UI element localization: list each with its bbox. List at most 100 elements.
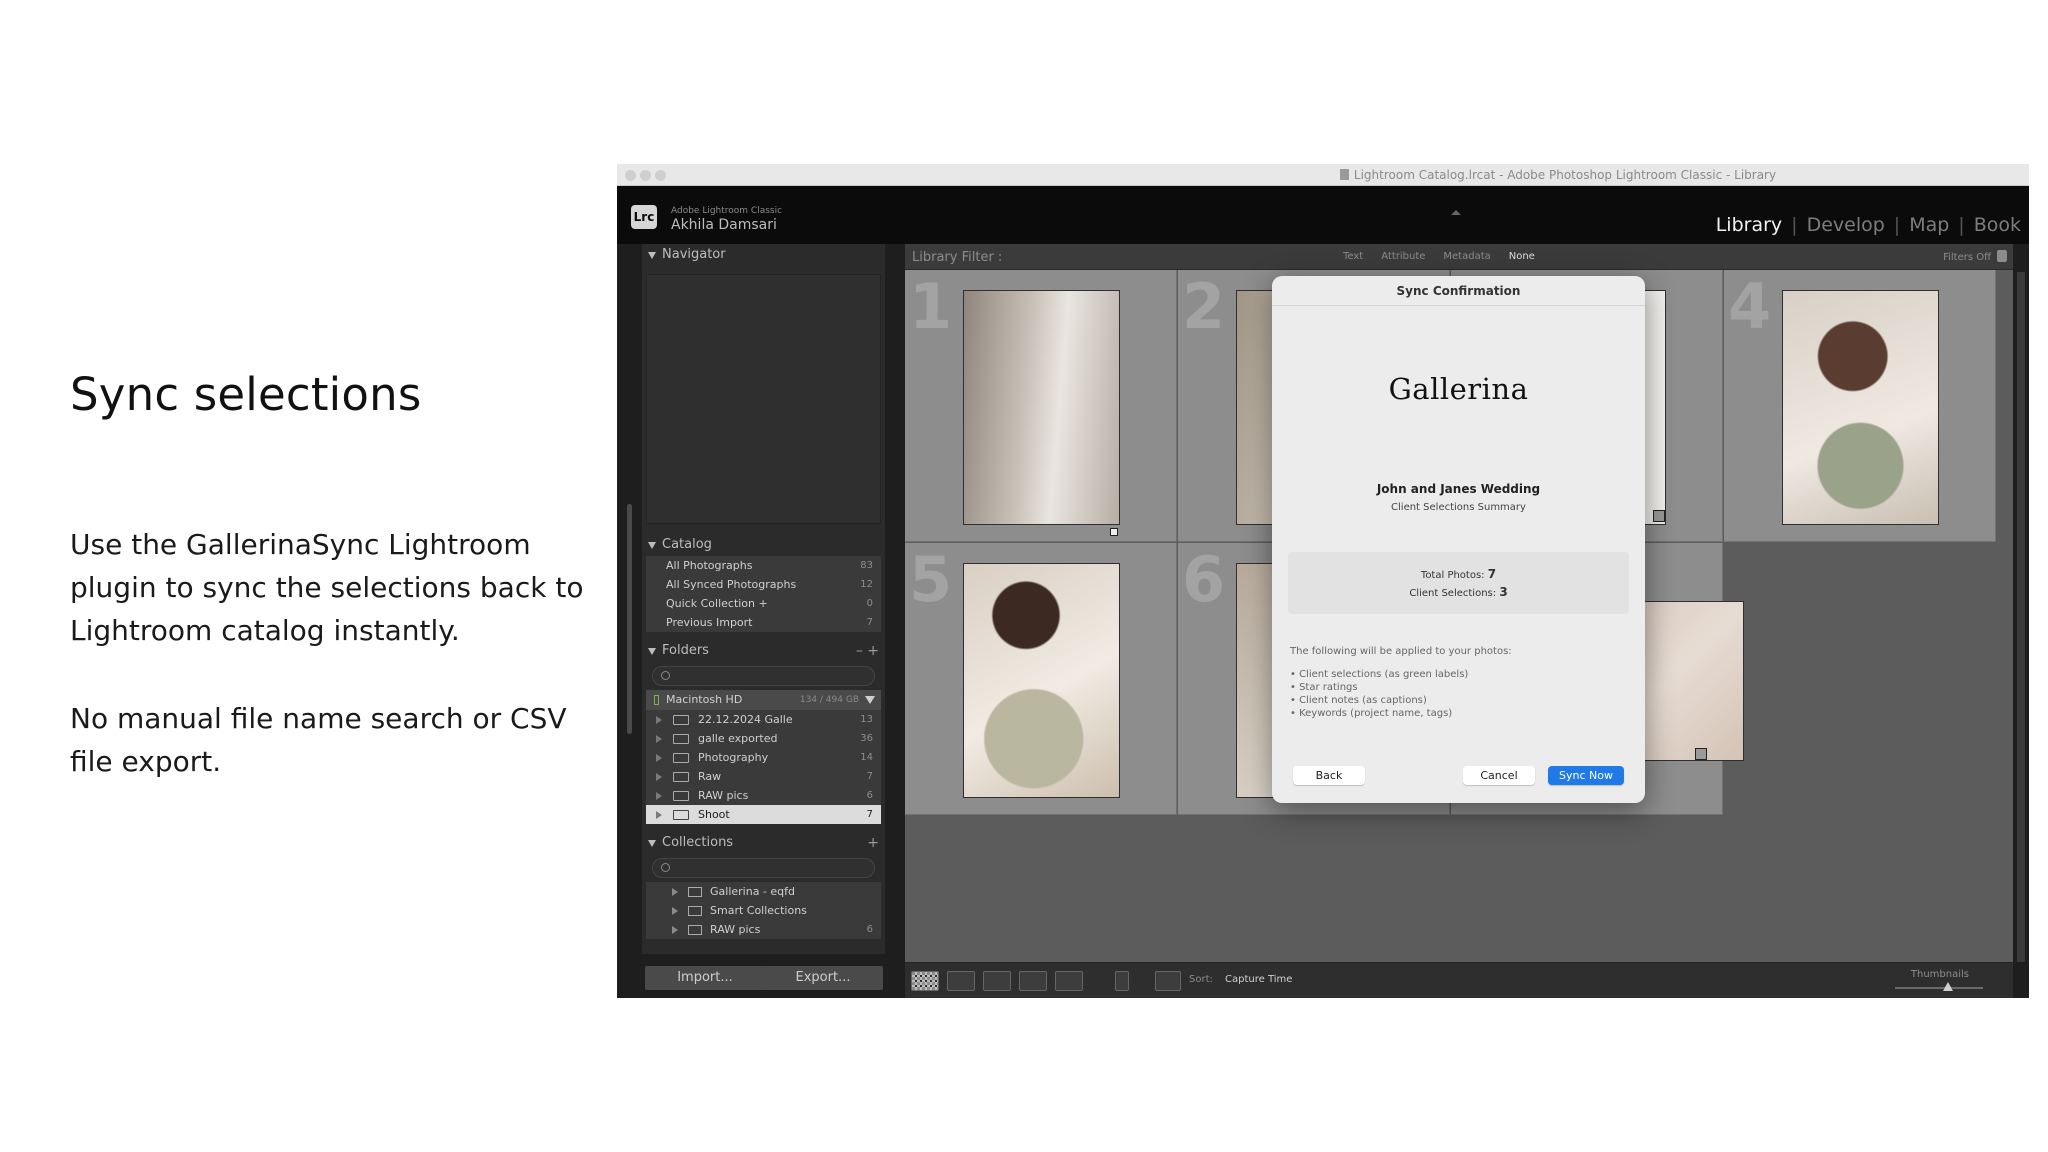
- loupe-view-icon[interactable]: [947, 971, 975, 991]
- sort-select[interactable]: Capture Time: [1225, 974, 1292, 985]
- collection-set-icon: [688, 887, 702, 897]
- collection-set-icon: [688, 925, 702, 935]
- folders-list: Macintosh HD 134 / 494 GB 22.12.2024 Gal…: [646, 662, 881, 824]
- catalog-item-all-photographs[interactable]: All Photographs 83: [646, 556, 881, 575]
- back-button[interactable]: Back: [1293, 766, 1365, 785]
- identity-plate: Lrc Adobe Lightroom Classic Akhila Damsa…: [617, 186, 2029, 244]
- grid-toolbar: Sort: Capture Time Thumbnails: [905, 962, 2013, 998]
- search-icon: [661, 671, 670, 680]
- summary-subtitle: Client Selections Summary: [1391, 502, 1526, 513]
- collections-search-input[interactable]: [652, 858, 875, 878]
- applied-item: • Client notes (as captions): [1290, 695, 1427, 706]
- survey-view-icon[interactable]: [1019, 971, 1047, 991]
- lock-icon[interactable]: [1997, 250, 2007, 262]
- add-collection-icon[interactable]: +: [867, 832, 879, 854]
- catalog-header[interactable]: Catalog: [642, 534, 885, 556]
- import-button[interactable]: Import...: [645, 966, 765, 990]
- grid-view-icon[interactable]: [911, 971, 939, 991]
- client-selections: Client Selections: 3: [1409, 585, 1508, 599]
- grid-cell[interactable]: 1: [905, 270, 1177, 542]
- thumbnail-size-knob[interactable]: [1942, 982, 1953, 991]
- total-photos: Total Photos: 7: [1420, 567, 1497, 581]
- collection-item[interactable]: Smart Collections: [646, 901, 881, 920]
- sync-confirmation-dialog: Sync Confirmation Gallerina John and Jan…: [1272, 276, 1645, 803]
- catalog-item-previous-import[interactable]: Previous Import 7: [646, 613, 881, 632]
- folder-icon: [673, 791, 689, 801]
- catalog-item-quick-collection[interactable]: Quick Collection +0: [646, 594, 881, 613]
- photo-thumbnail[interactable]: [963, 563, 1120, 798]
- expand-folder-icon: [656, 754, 662, 762]
- dialog-divider: [1272, 305, 1645, 306]
- right-panel-strip: [2013, 244, 2029, 998]
- folder-item[interactable]: Raw 7: [646, 767, 881, 786]
- photo-thumbnail[interactable]: [963, 290, 1120, 525]
- dialog-title: Sync Confirmation: [1396, 284, 1521, 298]
- product-name: Adobe Lightroom Classic: [671, 206, 783, 216]
- catalog-item-all-synced[interactable]: All Synced Photographs 12: [646, 575, 881, 594]
- collection-item[interactable]: RAW pics 6: [646, 920, 881, 939]
- expand-collection-icon: [672, 907, 678, 915]
- photo-thumbnail[interactable]: [1782, 290, 1939, 525]
- module-develop[interactable]: Develop: [1807, 214, 1885, 236]
- folder-item[interactable]: galle exported 36: [646, 729, 881, 748]
- folders-search-input[interactable]: [652, 666, 875, 686]
- cancel-button[interactable]: Cancel: [1463, 766, 1535, 785]
- folder-item-selected[interactable]: Shoot 7: [646, 805, 881, 824]
- folders-add-remove-icon[interactable]: – +: [856, 640, 879, 662]
- disclosure-triangle-icon: [648, 252, 656, 259]
- disclosure-triangle-icon: [648, 648, 656, 655]
- module-library[interactable]: Library: [1716, 214, 1782, 236]
- volume-macintosh-hd[interactable]: Macintosh HD 134 / 494 GB: [646, 690, 881, 710]
- applied-list: • Client selections (as green labels) • …: [1290, 668, 1468, 720]
- collections-header[interactable]: Collections +: [642, 832, 885, 854]
- folder-item[interactable]: Photography 14: [646, 748, 881, 767]
- module-book[interactable]: Book: [1974, 214, 2021, 236]
- grid-cell[interactable]: 5: [905, 543, 1177, 815]
- export-button[interactable]: Export...: [763, 966, 883, 990]
- sort-direction-icon[interactable]: [1155, 971, 1181, 991]
- sort-label: Sort:: [1189, 974, 1213, 985]
- filter-none[interactable]: None: [1509, 251, 1535, 262]
- applied-heading: The following will be applied to your ph…: [1290, 646, 1512, 657]
- folders-header[interactable]: Folders – +: [642, 640, 885, 662]
- collection-set-icon: [688, 906, 702, 916]
- library-filter-label: Library Filter :: [912, 250, 1003, 265]
- thumbnail-badge-icon: [1695, 748, 1707, 760]
- filter-attribute[interactable]: Attribute: [1381, 251, 1425, 262]
- collection-item[interactable]: Gallerina - eqfd: [646, 882, 881, 901]
- folder-item[interactable]: RAW pics 6: [646, 786, 881, 805]
- slide-paragraph-plugin: Use the GallerinaSync Lightroom plugin t…: [70, 528, 584, 647]
- slide-copy: Sync selections Use the GallerinaSync Li…: [70, 0, 590, 1152]
- filter-options: Text Attribute Metadata None: [1343, 251, 1553, 262]
- collapse-top-panel-icon[interactable]: [1451, 210, 1461, 215]
- folder-icon: [673, 753, 689, 763]
- import-export-bar: Import... Export...: [642, 954, 885, 998]
- volume-expand-icon[interactable]: [865, 696, 875, 704]
- left-panel: Navigator Catalog All Photographs 83 All …: [642, 244, 885, 954]
- grid-cell[interactable]: 4: [1724, 270, 1996, 542]
- search-icon: [661, 863, 670, 872]
- people-view-icon[interactable]: [1055, 971, 1083, 991]
- filter-metadata[interactable]: Metadata: [1443, 251, 1490, 262]
- expand-folder-icon: [656, 811, 662, 819]
- expand-collection-icon: [672, 926, 678, 934]
- navigator-header[interactable]: Navigator: [642, 244, 885, 266]
- folder-icon: [673, 772, 689, 782]
- thumbnail-size-slider[interactable]: [1895, 987, 1983, 989]
- expand-folder-icon: [656, 716, 662, 724]
- filter-presets[interactable]: Filters Off: [1943, 252, 1991, 263]
- applied-item: • Client selections (as green labels): [1290, 669, 1469, 680]
- event-name: John and Janes Wedding: [1376, 482, 1541, 496]
- disclosure-triangle-icon: [648, 840, 656, 847]
- folder-item[interactable]: 22.12.2024 Galle 13: [646, 710, 881, 729]
- grid-scrollbar[interactable]: [2017, 272, 2025, 962]
- painter-icon[interactable]: [1115, 971, 1129, 991]
- library-filter-bar: Library Filter : Text Attribute Metadata No…: [905, 244, 2013, 270]
- compare-view-icon[interactable]: [983, 971, 1011, 991]
- sync-now-button[interactable]: Sync Now: [1548, 766, 1624, 785]
- thumbnails-label: Thumbnails: [1910, 969, 1969, 980]
- module-map[interactable]: Map: [1909, 214, 1949, 236]
- filter-text[interactable]: Text: [1343, 251, 1363, 262]
- gallerina-logo: Gallerina: [1388, 372, 1529, 406]
- left-panel-scrollbar[interactable]: [627, 504, 632, 734]
